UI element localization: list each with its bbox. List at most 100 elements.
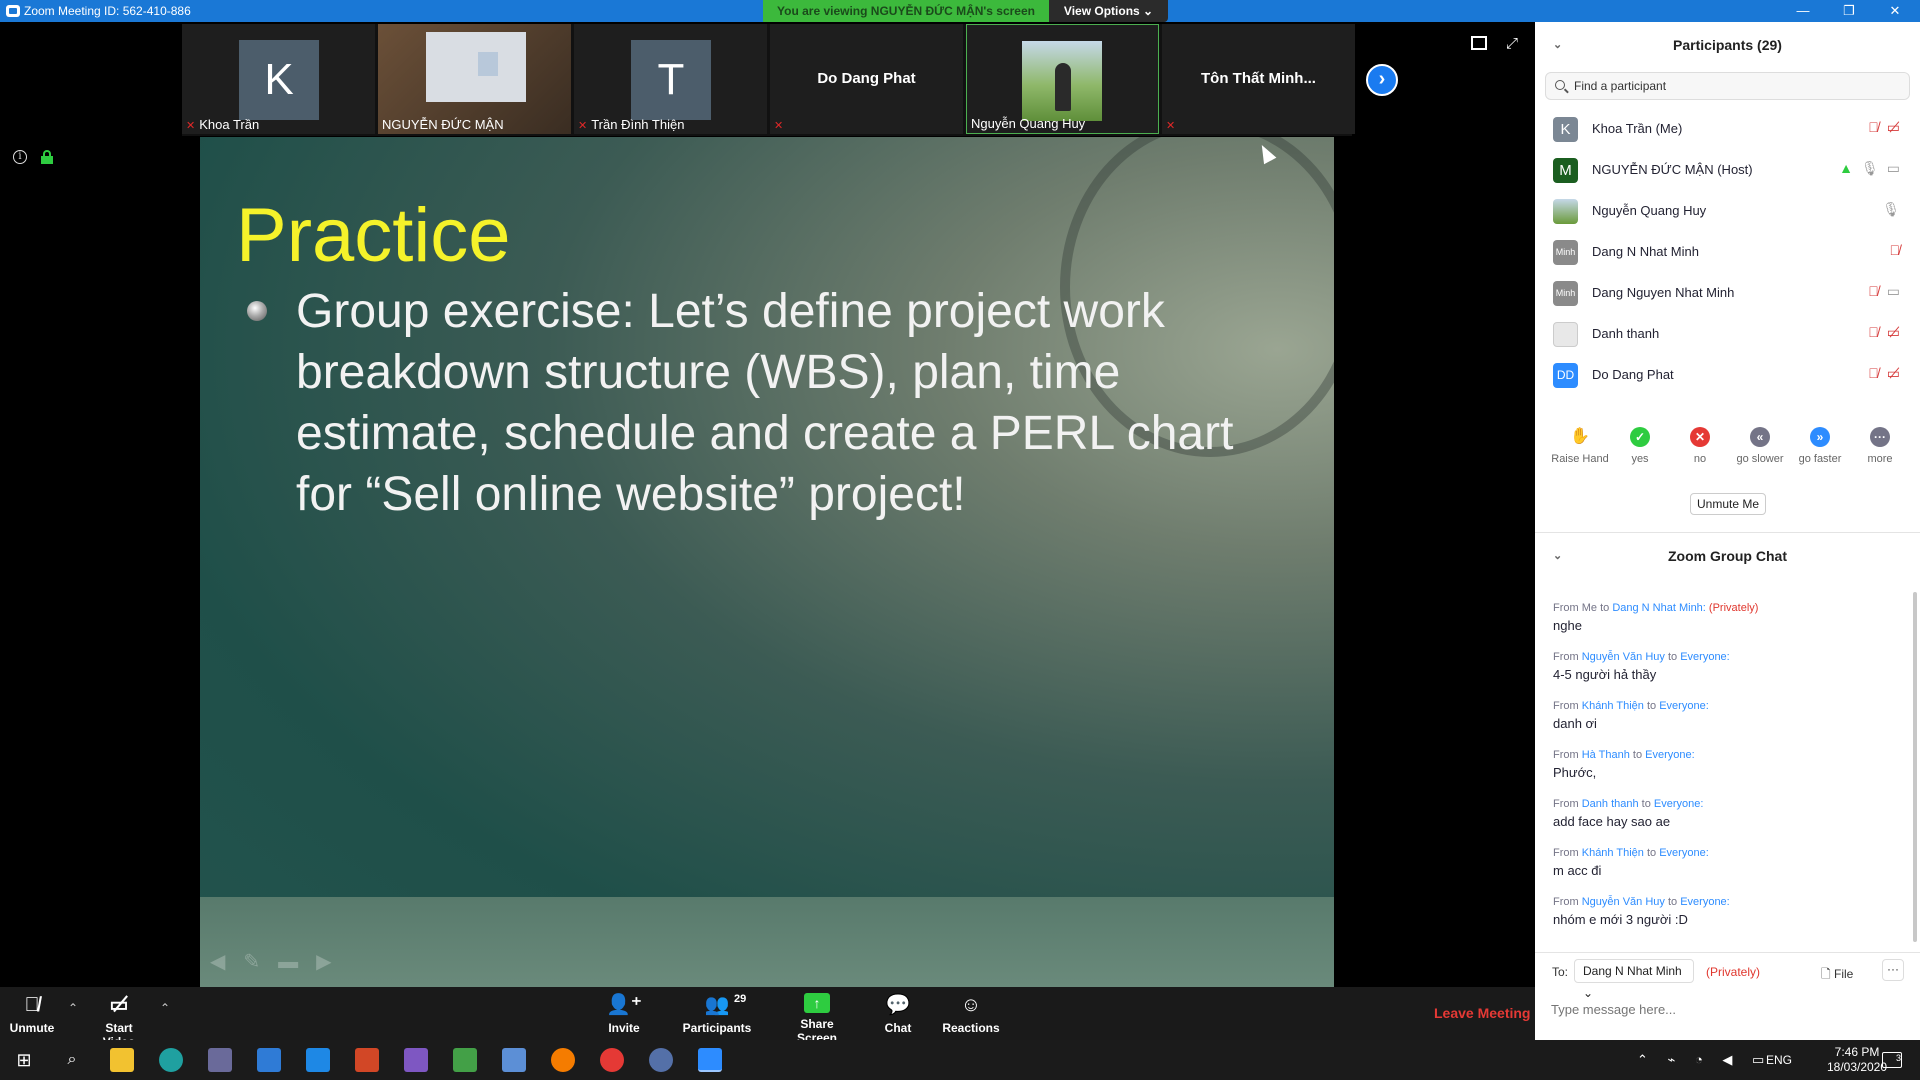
minimize-button[interactable]: — [1780, 0, 1826, 22]
encryption-lock-icon[interactable] [41, 150, 53, 164]
slide-nav-controls[interactable]: ◀✎▬▶ [210, 949, 350, 974]
video-tile-ton-that-minh[interactable]: Tôn Thất Minh... ✕ [1162, 24, 1355, 134]
store-icon[interactable] [208, 1048, 232, 1072]
go-faster-button[interactable]: » go faster [1790, 427, 1850, 465]
audio-options-caret-icon[interactable]: ⌃ [68, 1001, 78, 1015]
participant-name: NGUYỄN ĐỨC MẬN (Host) [1592, 162, 1753, 177]
next-page-arrow-icon[interactable]: › [1366, 64, 1398, 96]
file-button[interactable]: 🗋 File [1821, 965, 1853, 986]
visual-studio-icon[interactable] [404, 1048, 428, 1072]
zoom-app-icon [6, 5, 20, 17]
video-off-icon[interactable]: ▭̸ [1887, 119, 1900, 135]
chat-message: From Nguyễn Văn Huy to Everyone: nhóm e … [1553, 896, 1903, 927]
message-text: 4-5 người hả thầy [1553, 667, 1657, 682]
leave-meeting-button[interactable]: Leave Meeting [1434, 1005, 1530, 1021]
participant-row[interactable]: Minh Dang Nguyen Nhat Minh 🎙̸ ▭ [1535, 273, 1920, 314]
chat-message: From Khánh Thiện to Everyone: danh ơi [1553, 700, 1903, 731]
maximize-button[interactable]: ❐ [1826, 0, 1872, 22]
viewing-screen-banner: You are viewing NGUYỄN ĐỨC MẬN's screen [763, 0, 1049, 22]
chat-bubble-icon: 💬 [885, 994, 911, 1016]
mic-icon[interactable]: 🎙 [1882, 201, 1900, 217]
yes-button[interactable]: ✓ yes [1610, 427, 1670, 465]
start-video-button[interactable]: ▭̸Start Video [88, 987, 150, 1049]
file-explorer-icon[interactable] [110, 1048, 134, 1072]
message-text: m acc đi [1553, 863, 1602, 878]
video-tile-nguyen-quang-huy[interactable]: Nguyễn Quang Huy [966, 24, 1159, 134]
collapse-chevron-icon[interactable]: ⌄ [1553, 22, 1562, 68]
video-off-icon[interactable]: ▭̸ [1887, 324, 1900, 340]
slide-bullet-text: Group exercise: Let’s define project wor… [296, 285, 1234, 521]
firefox-icon[interactable] [551, 1048, 575, 1072]
chrome-icon[interactable] [600, 1048, 624, 1072]
participant-row[interactable]: Nguyễn Quang Huy 🎙 [1535, 191, 1920, 232]
invite-button[interactable]: 👤⁺ Invite [604, 987, 644, 1040]
raise-hand-button[interactable]: ✋ Raise Hand [1550, 427, 1610, 465]
chat-button[interactable]: 💬 Chat [878, 987, 918, 1040]
view-options-button[interactable]: View Options ⌄ [1049, 0, 1168, 22]
mic-muted-icon[interactable]: 🎙̸ [1868, 324, 1879, 340]
video-tile-tran-dinh-thien[interactable]: T ✕ Trần Đình Thiện [574, 24, 767, 134]
reactions-button[interactable]: ☺ Reactions [942, 987, 1000, 1040]
participant-row[interactable]: K Khoa Trần (Me) 🎙̸ ▭̸ [1535, 109, 1920, 150]
notification-center-icon[interactable]: 3 [1882, 1052, 1902, 1068]
windows-start-icon[interactable]: ⊞ [12, 1048, 36, 1072]
close-window-button[interactable]: ✕ [1872, 0, 1918, 22]
tile-name: NGUYỄN ĐỨC MẬN [382, 117, 504, 132]
fullscreen-icon[interactable]: ⤢ [1506, 36, 1522, 52]
more-reactions-button[interactable]: ··· more [1850, 427, 1910, 465]
participant-row[interactable]: Danh thanh 🎙̸ ▭̸ [1535, 314, 1920, 355]
video-tile-do-dang-phat[interactable]: Do Dang Phat ✕ [770, 24, 963, 134]
sharepoint-icon[interactable] [257, 1048, 281, 1072]
video-off-icon: ▭̸ [109, 994, 129, 1016]
file-icon: 🗋 [1821, 967, 1834, 981]
chat-message-input[interactable] [1551, 997, 1901, 1021]
remote-desktop-icon[interactable] [502, 1048, 526, 1072]
mic-muted-icon[interactable]: 🎙̸ [1868, 283, 1879, 299]
participant-row[interactable]: M NGUYỄN ĐỨC MẬN (Host) ▲ 🎙 ▭ [1535, 150, 1920, 191]
system-tray-icons[interactable]: ⌃ ⌁ ◔ ◀ ▭ [1637, 1052, 1772, 1068]
zoom-taskbar-icon[interactable] [698, 1048, 722, 1072]
tile-name: Do Dang Phat [817, 70, 916, 87]
language-indicator[interactable]: ENG [1766, 1053, 1792, 1067]
recipient-select[interactable]: Dang N Nhat Minh ⌄ [1574, 959, 1694, 1000]
mic-muted-icon[interactable]: 🎙̸ [1868, 119, 1879, 135]
unmute-me-button[interactable]: Unmute Me [1690, 493, 1766, 515]
muted-mic-icon: ✕ [774, 120, 784, 132]
video-icon[interactable]: ▭ [1887, 283, 1900, 299]
mic-muted-icon[interactable]: 🎙̸ [1890, 242, 1901, 258]
tile-name: Trần Đình Thiện [591, 117, 685, 132]
search-icon[interactable]: ⌕ [60, 1048, 84, 1072]
mic-muted-icon[interactable]: 🎙̸ [1868, 365, 1879, 381]
sender: Nguyễn Văn Huy [1581, 896, 1665, 908]
share-screen-icon: ↑ [804, 993, 830, 1013]
participant-search-input[interactable]: Find a participant [1545, 72, 1910, 100]
muted-mic-icon: ✕ [1166, 120, 1176, 132]
collapse-chevron-icon[interactable]: ⌄ [1553, 533, 1562, 579]
edge-icon[interactable] [159, 1048, 183, 1072]
office-icon[interactable] [355, 1048, 379, 1072]
participant-row[interactable]: Minh Dang N Nhat Minh 🎙̸ [1535, 232, 1920, 273]
meeting-info-icon[interactable]: i [13, 150, 27, 164]
share-screen-button[interactable]: ↑ Share Screen [780, 987, 854, 1045]
video-icon[interactable]: ▭ [1887, 160, 1900, 176]
vpn-icon[interactable] [649, 1048, 673, 1072]
video-options-caret-icon[interactable]: ⌃ [160, 1001, 170, 1015]
unmute-button[interactable]: 🎙̸ Unmute [6, 987, 58, 1040]
mic-icon[interactable]: 🎙 [1861, 160, 1879, 176]
no-button[interactable]: ✕ no [1670, 427, 1730, 465]
meeting-toolbar: 🎙̸Unmute ⌃ ▭̸Start Video ⌃ 👤⁺Invite 👥Par… [0, 987, 1535, 1049]
search-placeholder: Find a participant [1574, 79, 1667, 93]
snipping-tool-icon[interactable] [453, 1048, 477, 1072]
video-tile-host[interactable]: NGUYỄN ĐỨC MẬN [378, 24, 571, 134]
participant-name: Danh thanh [1592, 326, 1660, 341]
participants-header: ⌄ Participants (29) [1535, 22, 1920, 68]
chat-more-button[interactable]: ··· [1882, 959, 1904, 981]
mail-icon[interactable] [306, 1048, 330, 1072]
layout-toggle-icon[interactable] [1471, 36, 1487, 50]
sender: Nguyễn Văn Huy [1581, 651, 1665, 663]
chat-scrollbar[interactable] [1913, 592, 1917, 942]
video-tile-khoa-tran[interactable]: K ✕ Khoa Trần [182, 24, 375, 134]
go-slower-button[interactable]: «go slower [1730, 427, 1790, 465]
video-off-icon[interactable]: ▭̸ [1887, 365, 1900, 381]
participant-row[interactable]: DD Do Dang Phat 🎙̸ ▭̸ [1535, 355, 1920, 396]
